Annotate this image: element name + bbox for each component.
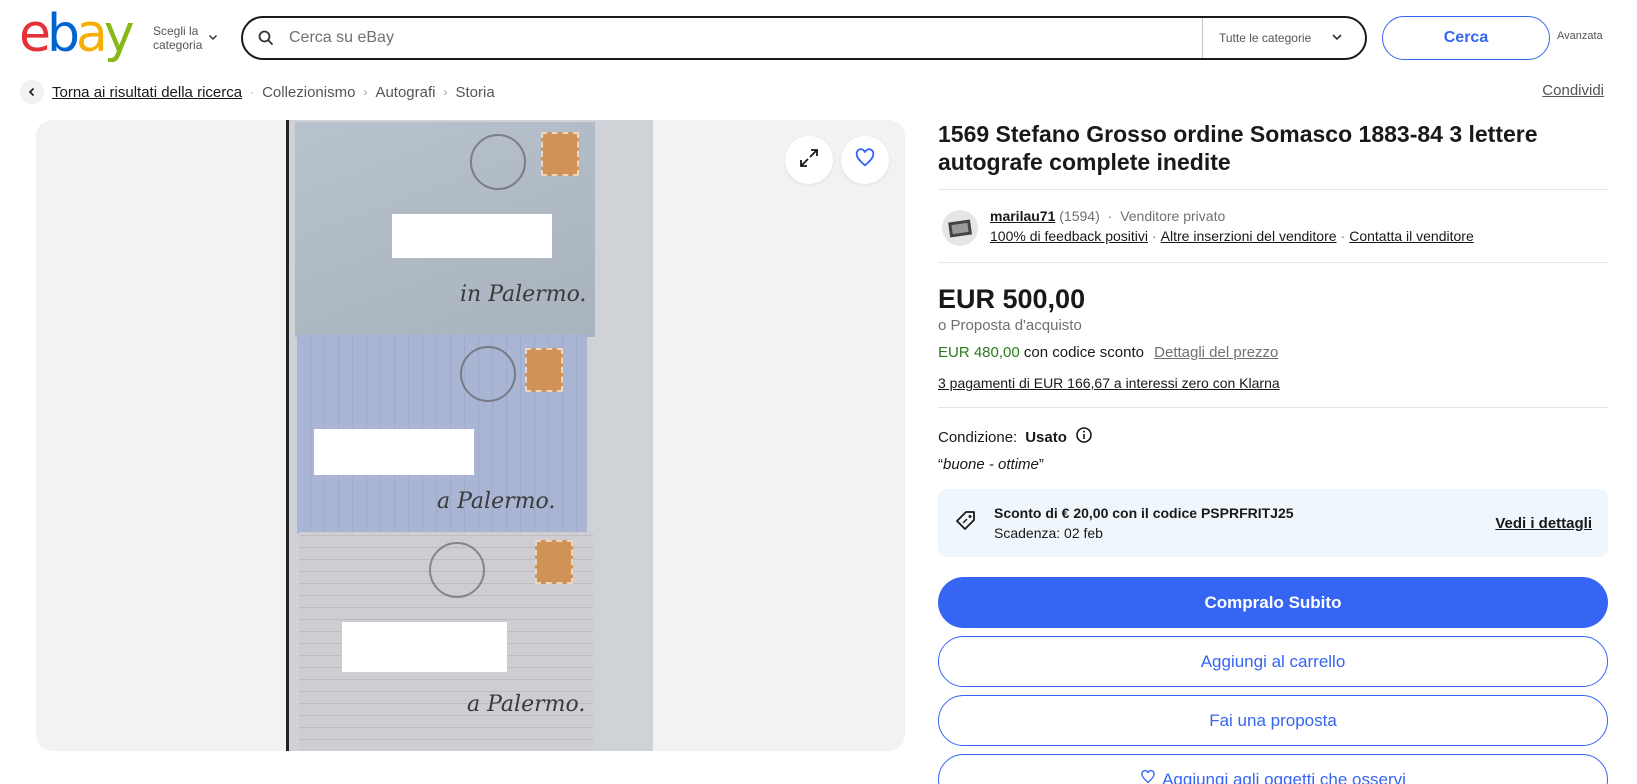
watchlist-label: Aggiungi agli oggetti che osservi bbox=[1162, 769, 1406, 784]
breadcrumb-item[interactable]: Storia bbox=[456, 84, 495, 101]
watchlist-heart-button[interactable] bbox=[841, 136, 889, 184]
stamp bbox=[535, 540, 573, 584]
search-bar: Tutte le categorie bbox=[241, 16, 1367, 60]
make-offer-button[interactable]: Fai una proposta bbox=[938, 695, 1608, 746]
condition-note: “buone - ottime” bbox=[938, 456, 1044, 473]
search-button[interactable]: Cerca bbox=[1382, 16, 1550, 60]
price: EUR 500,00 bbox=[938, 284, 1086, 314]
add-to-cart-button[interactable]: Aggiungi al carrello bbox=[938, 636, 1608, 687]
ebay-logo[interactable]: ebay bbox=[19, 8, 135, 60]
redacted-area bbox=[314, 429, 474, 475]
discount-price: EUR 480,00 bbox=[938, 344, 1020, 361]
postmark bbox=[429, 542, 485, 598]
product-image[interactable]: in Palermo. a Palermo. a Palermo. bbox=[286, 120, 653, 751]
feedback-link[interactable]: 100% di feedback positivi bbox=[990, 228, 1148, 244]
header: ebay Scegli la categoria Tutte le catego… bbox=[0, 0, 1637, 76]
letter-image: in Palermo. bbox=[295, 122, 595, 337]
heart-icon bbox=[1140, 769, 1156, 784]
category-picker-line1: Scegli la bbox=[153, 24, 199, 38]
advanced-search-link[interactable]: Avanzata bbox=[1557, 30, 1603, 42]
postmark bbox=[460, 346, 516, 402]
other-listings-link[interactable]: Altre inserzioni del venditore bbox=[1161, 228, 1337, 244]
redacted-area bbox=[342, 622, 507, 672]
breadcrumb: Torna ai risultati della ricerca · Colle… bbox=[20, 80, 495, 104]
heart-icon bbox=[854, 147, 876, 174]
search-icon bbox=[243, 30, 289, 46]
letter-image: a Palermo. bbox=[299, 532, 593, 751]
seller-info: marilau71 (1594) · Venditore privato 100… bbox=[938, 190, 1608, 262]
breadcrumb-chevron-icon: › bbox=[443, 85, 448, 99]
listing-panel: 1569 Stefano Grosso ordine Somasco 1883-… bbox=[938, 120, 1608, 784]
breadcrumb-chevron-icon: › bbox=[363, 85, 368, 99]
info-icon[interactable] bbox=[1075, 426, 1093, 448]
postmark bbox=[470, 134, 526, 190]
breadcrumb-item[interactable]: Autografi bbox=[375, 84, 435, 101]
back-to-results-link[interactable]: Torna ai risultati della ricerca bbox=[52, 84, 242, 101]
stamp bbox=[525, 348, 563, 392]
add-to-watchlist-button[interactable]: Aggiungi agli oggetti che osservi bbox=[938, 754, 1608, 784]
condition-label: Condizione: bbox=[938, 428, 1018, 446]
condition-value: Usato bbox=[1025, 428, 1067, 446]
breadcrumb-item[interactable]: Collezionismo bbox=[262, 84, 355, 101]
coupon-expiry: Scadenza: 02 feb bbox=[994, 525, 1103, 541]
handwriting: in Palermo. bbox=[460, 282, 587, 307]
stamp bbox=[541, 132, 579, 176]
handwriting: a Palermo. bbox=[437, 489, 556, 514]
letter-image: a Palermo. bbox=[297, 334, 587, 534]
separator: · bbox=[1340, 228, 1346, 244]
chevron-down-icon bbox=[208, 32, 218, 47]
seller-links: 100% di feedback positivi · Altre inserzio… bbox=[990, 226, 1474, 246]
expand-icon bbox=[797, 146, 821, 175]
redacted-area bbox=[392, 214, 552, 258]
condition-note-text: buone - ottime bbox=[943, 456, 1039, 473]
tag-icon bbox=[954, 509, 980, 538]
discount-price-line: EUR 480,00 con codice sconto Dettagli de… bbox=[938, 344, 1608, 361]
share-link[interactable]: Condividi bbox=[1542, 82, 1604, 99]
seller-row: marilau71 (1594) · Venditore privato bbox=[990, 206, 1474, 226]
expand-image-button[interactable] bbox=[785, 136, 833, 184]
buy-now-button[interactable]: Compralo Subito bbox=[938, 577, 1608, 628]
image-gallery: in Palermo. a Palermo. a Palermo. bbox=[36, 120, 905, 751]
divider bbox=[938, 407, 1608, 408]
category-picker[interactable]: Scegli la categoria bbox=[153, 24, 218, 52]
breadcrumb-dot: · bbox=[250, 85, 255, 99]
category-select-label: Tutte le categorie bbox=[1219, 31, 1312, 45]
discount-suffix: con codice sconto bbox=[1023, 344, 1144, 361]
coupon-text: Sconto di € 20,00 con il codice PSPRFRIT… bbox=[994, 505, 1294, 521]
seller-avatar[interactable] bbox=[942, 210, 978, 246]
chevron-down-icon bbox=[1331, 31, 1343, 46]
best-offer-label: o Proposta d'acquisto bbox=[938, 317, 1082, 334]
category-picker-line2: categoria bbox=[153, 38, 203, 52]
listing-title: 1569 Stefano Grosso ordine Somasco 1883-… bbox=[938, 121, 1538, 175]
back-chevron-icon[interactable] bbox=[20, 80, 44, 104]
divider bbox=[938, 262, 1608, 263]
price-details-link[interactable]: Dettagli del prezzo bbox=[1154, 344, 1278, 361]
category-select[interactable]: Tutte le categorie bbox=[1202, 18, 1365, 58]
separator: · bbox=[1152, 228, 1157, 244]
contact-seller-link[interactable]: Contatta il venditore bbox=[1349, 228, 1474, 244]
seller-name-link[interactable]: marilau71 bbox=[990, 208, 1055, 224]
seller-type: Venditore privato bbox=[1120, 208, 1226, 224]
coupon-banner: Sconto di € 20,00 con il codice PSPRFRIT… bbox=[938, 489, 1608, 557]
klarna-payment-link[interactable]: 3 pagamenti di EUR 166,67 a interessi ze… bbox=[938, 375, 1608, 391]
separator: · bbox=[1107, 208, 1113, 224]
coupon-details-link[interactable]: Vedi i dettagli bbox=[1495, 515, 1592, 532]
condition-row: Condizione: Usato bbox=[938, 426, 1608, 448]
handwriting: a Palermo. bbox=[467, 692, 586, 717]
search-input[interactable] bbox=[289, 18, 1202, 58]
seller-score: (1594) bbox=[1059, 208, 1100, 224]
